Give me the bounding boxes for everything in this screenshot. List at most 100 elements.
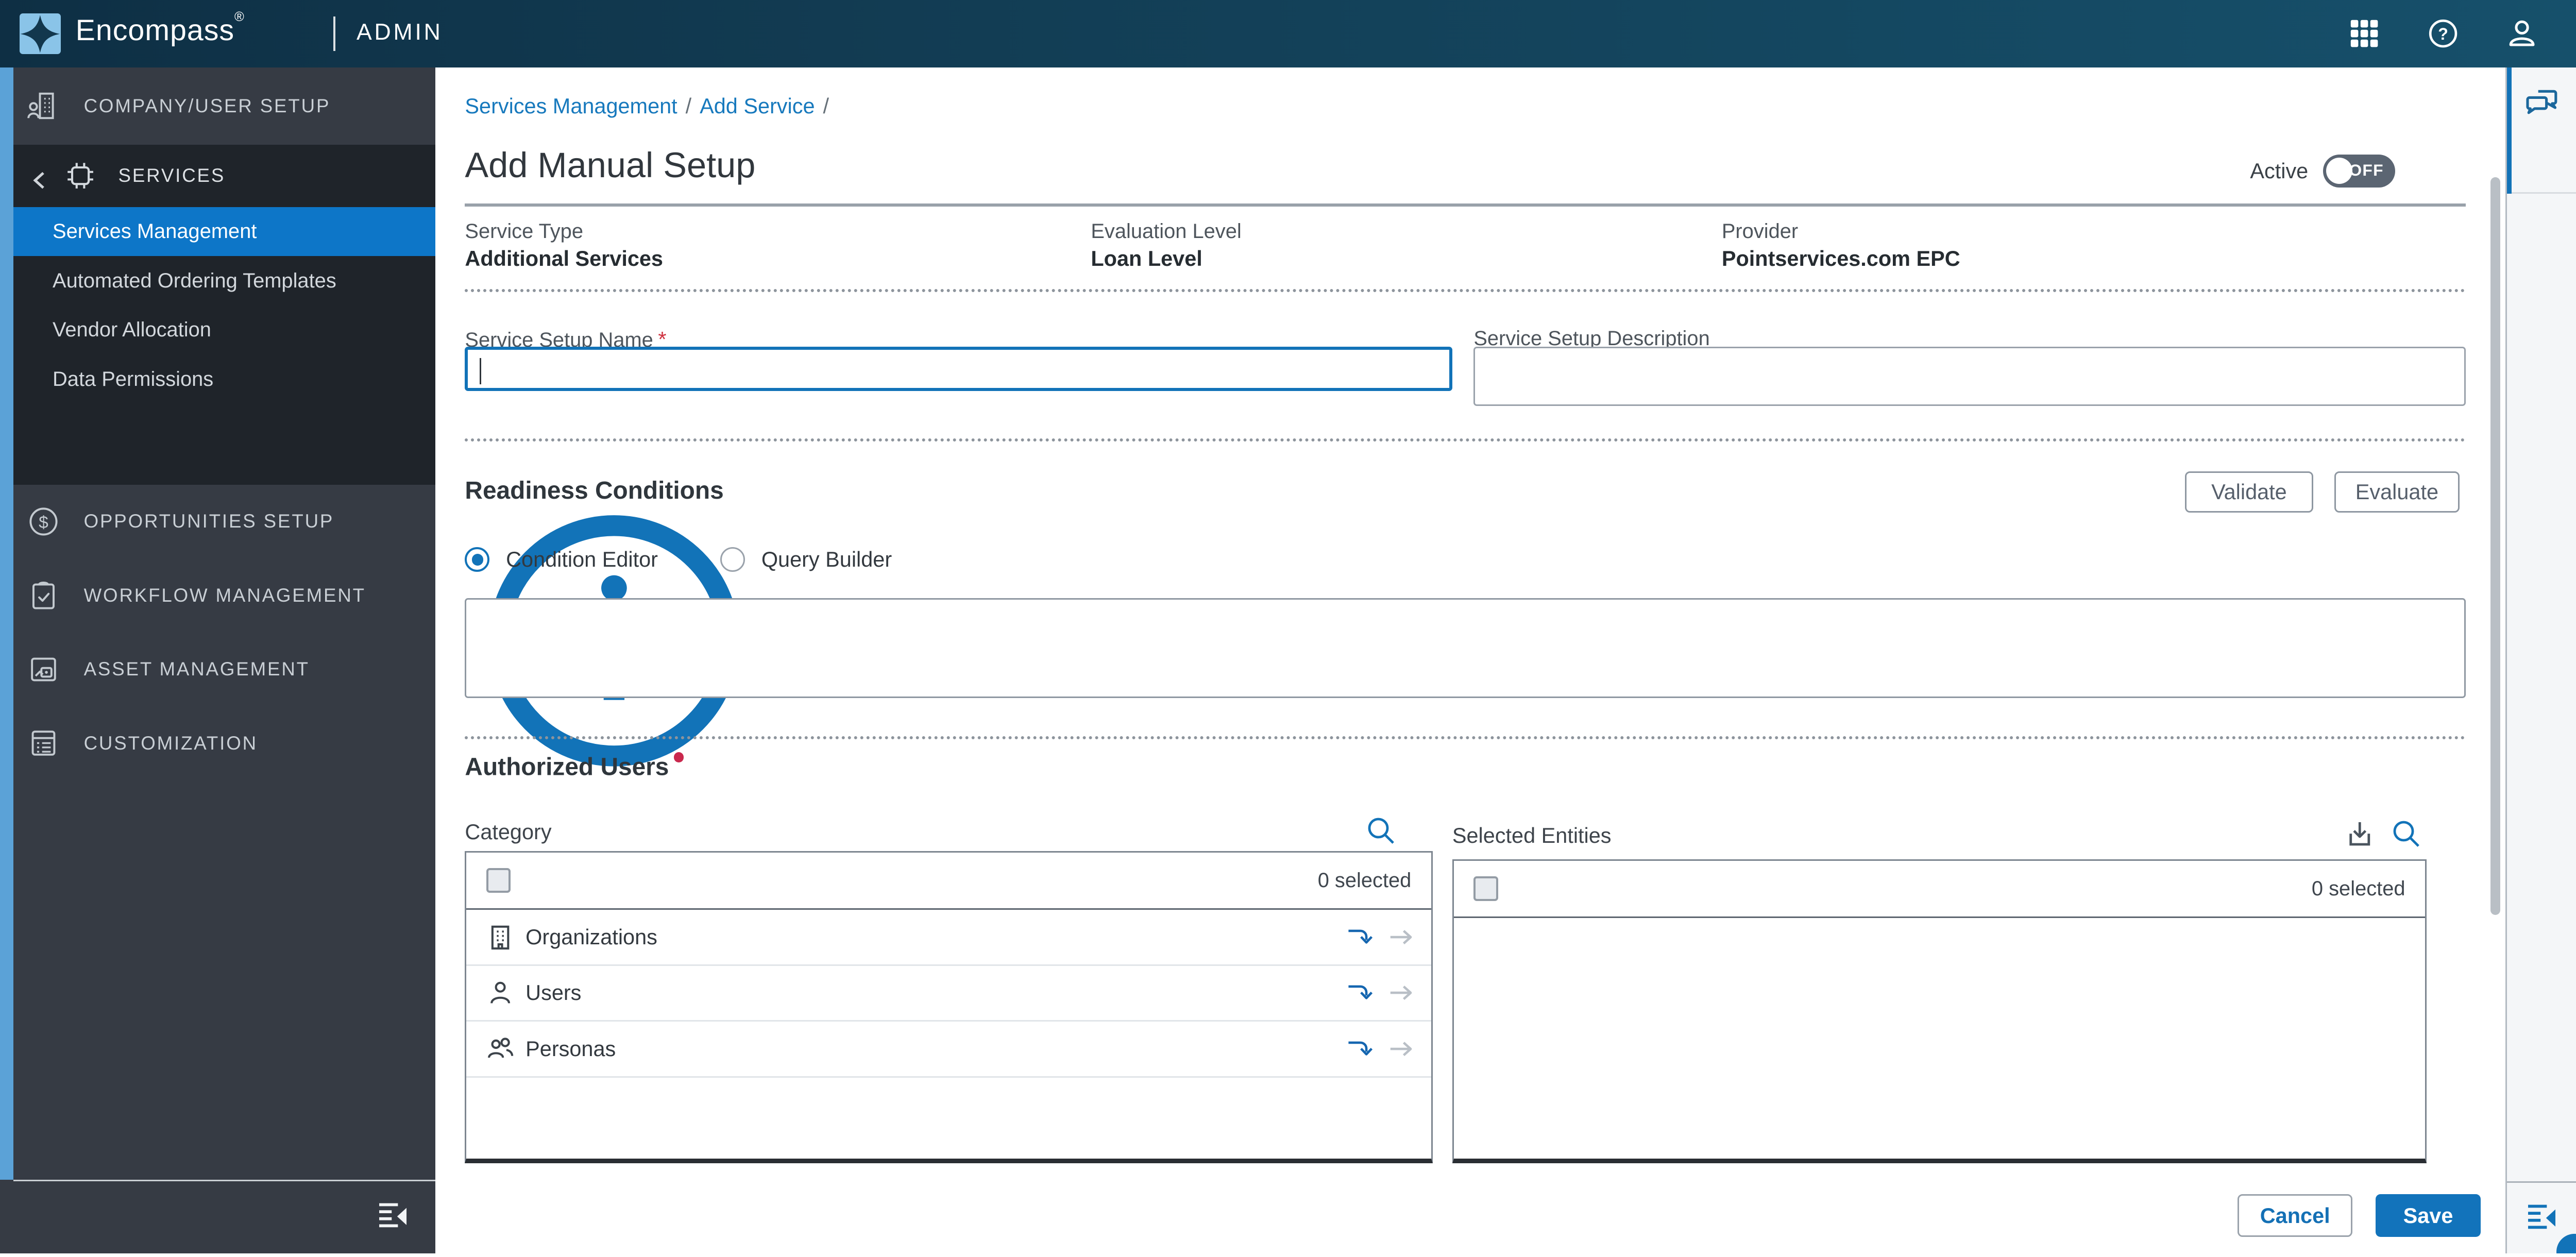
breadcrumb-separator: / xyxy=(823,93,829,118)
provider-label: Provider xyxy=(1721,220,1799,243)
sidebar-item-label: CUSTOMIZATION xyxy=(83,732,258,754)
sidebar-item-label: COMPANY/USER SETUP xyxy=(83,95,331,116)
editor-mode-radios: Condition Editor Query Builder xyxy=(465,547,938,572)
service-setup-description-input[interactable] xyxy=(1473,346,2466,406)
right-toolbar xyxy=(2505,67,2576,1254)
services-group: SERVICES Services Management Automated O… xyxy=(13,144,436,485)
sidebar-item-label: WORKFLOW MANAGEMENT xyxy=(83,584,366,606)
cancel-button[interactable]: Cancel xyxy=(2238,1194,2353,1237)
condition-editor-label: Condition Editor xyxy=(506,547,658,571)
category-label: Category xyxy=(465,820,552,844)
drill-down-arrow-icon[interactable] xyxy=(1346,979,1374,1007)
validate-button[interactable]: Validate xyxy=(2185,471,2313,513)
top-bar: Encompass® ADMIN ? xyxy=(0,0,2576,67)
panel-collapse-icon[interactable] xyxy=(2527,1204,2558,1233)
move-right-arrow-icon[interactable] xyxy=(1387,1035,1415,1063)
sidebar-item-vendor-allocation[interactable]: Vendor Allocation xyxy=(13,305,436,355)
sidebar-footer xyxy=(13,1179,436,1253)
encompass-logo-icon[interactable] xyxy=(20,13,61,55)
category-panel: 0 selected Organizations Users Personas xyxy=(465,851,1433,1163)
breadcrumb: Services Management / Add Service / xyxy=(465,94,837,118)
move-right-arrow-icon[interactable] xyxy=(1387,979,1415,1007)
sidebar-item-services-management[interactable]: Services Management xyxy=(13,207,436,257)
category-row-label: Organizations xyxy=(526,925,657,949)
breadcrumb-link-add-service[interactable]: Add Service xyxy=(700,94,815,118)
category-search-icon[interactable] xyxy=(1365,815,1397,846)
vertical-scrollbar[interactable] xyxy=(2490,177,2501,915)
category-select-all-checkbox[interactable] xyxy=(486,868,511,893)
move-right-arrow-icon[interactable] xyxy=(1387,923,1415,951)
sidebar-accent-strip xyxy=(0,67,13,1180)
breadcrumb-separator: / xyxy=(685,93,692,118)
query-builder-radio[interactable] xyxy=(720,547,745,572)
service-setup-name-input[interactable] xyxy=(465,346,1452,391)
sidebar-item-company-user-setup[interactable]: COMPANY/USER SETUP xyxy=(13,69,436,143)
clipboard-check-icon xyxy=(26,578,61,613)
required-dot xyxy=(673,752,684,762)
sidebar-item-customization[interactable]: CUSTOMIZATION xyxy=(13,706,436,780)
sidebar-subitem-label: Services Management xyxy=(53,220,257,243)
dollar-circle-icon: $ xyxy=(26,504,61,539)
sidebar-item-services[interactable]: SERVICES xyxy=(13,145,436,207)
company-user-icon xyxy=(26,89,61,123)
footer-bar: Cancel Save xyxy=(435,1163,2505,1254)
personas-icon xyxy=(486,1035,514,1063)
category-row-organizations[interactable]: Organizations xyxy=(466,910,1431,966)
category-panel-header: 0 selected xyxy=(466,853,1431,910)
entities-search-icon[interactable] xyxy=(2391,818,2422,850)
evaluate-button[interactable]: Evaluate xyxy=(2334,471,2460,513)
selected-entities-panel: 0 selected xyxy=(1452,859,2427,1163)
breadcrumb-link-services-management[interactable]: Services Management xyxy=(465,94,677,118)
chat-bubbles-icon xyxy=(2523,84,2563,124)
conversation-log-tool[interactable] xyxy=(2506,67,2576,194)
save-button[interactable]: Save xyxy=(2375,1194,2481,1237)
sidebar-item-automated-ordering-templates[interactable]: Automated Ordering Templates xyxy=(13,256,436,305)
category-row-label: Users xyxy=(526,980,582,1005)
brand-name[interactable]: Encompass® xyxy=(76,10,245,47)
active-label: Active xyxy=(2250,158,2309,183)
condition-editor-textarea[interactable] xyxy=(465,598,2466,699)
user-icon xyxy=(486,979,514,1007)
building-icon xyxy=(486,923,514,951)
service-type-value: Additional Services xyxy=(465,246,663,271)
entities-selected-count: 0 selected xyxy=(2311,877,2405,900)
sidebar-item-opportunities-setup[interactable]: $ OPPORTUNITIES SETUP xyxy=(13,485,436,558)
entities-panel-header: 0 selected xyxy=(1453,861,2425,919)
category-row-users[interactable]: Users xyxy=(466,966,1431,1022)
sidebar-item-data-permissions[interactable]: Data Permissions xyxy=(13,355,436,404)
sidebar-item-label: ASSET MANAGEMENT xyxy=(83,658,310,680)
chevron-left-icon[interactable] xyxy=(29,166,49,189)
entities-select-all-checkbox[interactable] xyxy=(1473,876,1498,901)
help-icon[interactable]: ? xyxy=(2425,15,2461,52)
sidebar-item-workflow-management[interactable]: WORKFLOW MANAGEMENT xyxy=(13,558,436,632)
image-icon xyxy=(26,652,61,687)
sidebar-subitem-label: Vendor Allocation xyxy=(53,318,211,342)
provider-value: Pointservices.com EPC xyxy=(1721,246,1960,271)
category-selected-count: 0 selected xyxy=(1317,869,1412,892)
authorized-users-heading: Authorized Users xyxy=(465,752,684,782)
condition-editor-radio[interactable] xyxy=(465,547,490,572)
download-icon[interactable] xyxy=(2344,818,2376,850)
drill-down-arrow-icon[interactable] xyxy=(1346,1035,1374,1063)
active-tool-accent xyxy=(2506,67,2512,194)
query-builder-label: Query Builder xyxy=(761,547,892,571)
divider xyxy=(465,289,2466,292)
divider xyxy=(465,438,2466,442)
registered-mark: ® xyxy=(234,10,245,25)
service-type-label: Service Type xyxy=(465,220,583,243)
evaluation-level-value: Loan Level xyxy=(1091,246,1202,271)
sidebar-collapse-icon[interactable] xyxy=(378,1202,409,1232)
left-sidebar: COMPANY/USER SETUP SERVICES Services Man… xyxy=(0,67,436,1254)
active-toggle[interactable]: OFF xyxy=(2323,154,2396,188)
drill-down-arrow-icon[interactable] xyxy=(1346,923,1374,951)
svg-text:$: $ xyxy=(39,513,48,532)
selected-entities-label: Selected Entities xyxy=(1452,823,1612,847)
apps-grid-icon[interactable] xyxy=(2346,15,2382,52)
app-name: ADMIN xyxy=(356,20,443,45)
list-panel-icon xyxy=(26,726,61,760)
user-account-icon[interactable] xyxy=(2504,15,2540,52)
sidebar-item-asset-management[interactable]: ASSET MANAGEMENT xyxy=(13,633,436,706)
category-row-label: Personas xyxy=(526,1036,616,1061)
category-row-personas[interactable]: Personas xyxy=(466,1022,1431,1078)
page-title: Add Manual Setup xyxy=(465,145,756,185)
